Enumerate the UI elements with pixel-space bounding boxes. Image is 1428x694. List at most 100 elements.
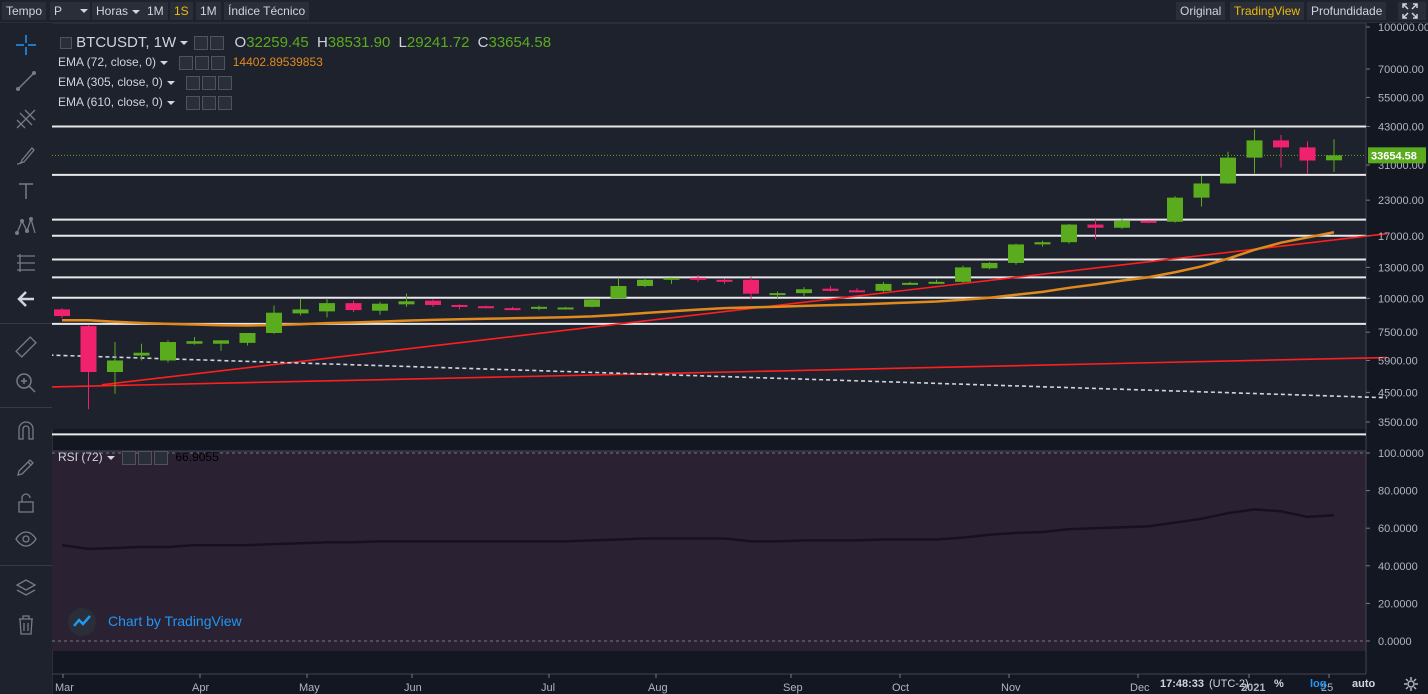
magnet-icon[interactable]: [14, 419, 38, 443]
percent-toggle[interactable]: %: [1274, 678, 1284, 690]
visibility-icon[interactable]: [194, 36, 209, 51]
candle-body[interactable]: [584, 299, 600, 307]
visibility-icon[interactable]: [186, 95, 201, 110]
candle-body[interactable]: [160, 342, 176, 361]
settings-icon[interactable]: [202, 95, 217, 110]
candle-body[interactable]: [769, 293, 786, 296]
trend-line-icon[interactable]: [14, 69, 38, 93]
close-icon[interactable]: [211, 55, 226, 70]
settings-icon[interactable]: [210, 36, 225, 51]
candle-body[interactable]: [796, 289, 812, 294]
candle-body[interactable]: [1246, 140, 1263, 158]
candle-body[interactable]: [1167, 197, 1183, 222]
candle-body[interactable]: [1220, 157, 1236, 184]
candle-body[interactable]: [239, 332, 256, 343]
back-arrow-icon[interactable]: [14, 287, 38, 311]
candle-body[interactable]: [186, 341, 203, 344]
visibility-icon[interactable]: [186, 75, 201, 90]
candle-body[interactable]: [425, 300, 441, 305]
candle-body[interactable]: [319, 303, 335, 312]
candle-body[interactable]: [133, 352, 150, 356]
candle-body[interactable]: [716, 279, 733, 282]
trash-icon[interactable]: [14, 613, 38, 637]
ruler-icon[interactable]: [14, 335, 38, 359]
lock-drawing-icon[interactable]: [14, 455, 38, 479]
candle-body[interactable]: [849, 290, 865, 293]
candle-body[interactable]: [875, 283, 892, 291]
visibility-icon[interactable]: [122, 450, 137, 465]
candle-body[interactable]: [266, 312, 282, 333]
rsi-legend[interactable]: RSI (72) 66.9055: [58, 450, 219, 465]
candle-body[interactable]: [292, 309, 309, 314]
candle-body[interactable]: [1193, 183, 1210, 198]
candle-body[interactable]: [1140, 220, 1157, 223]
layers-icon[interactable]: [14, 577, 38, 601]
candle-body[interactable]: [902, 282, 918, 285]
candle-body[interactable]: [1273, 140, 1289, 148]
view-tradingview-tab[interactable]: TradingView: [1230, 2, 1305, 20]
ema72-legend[interactable]: EMA (72, close, 0) 14402.89539853: [58, 55, 323, 70]
technical-indicator-button[interactable]: Índice Técnico: [224, 2, 310, 20]
crosshair-icon[interactable]: [14, 33, 38, 57]
candle-body[interactable]: [663, 277, 680, 280]
chart-area[interactable]: 100000.00 70000.00 55000.00 43000.00 31000.0…: [52, 23, 1428, 694]
gear-icon[interactable]: [1404, 677, 1418, 691]
pitchfork-icon[interactable]: [14, 107, 38, 131]
candle-body[interactable]: [557, 307, 574, 310]
candle-body[interactable]: [451, 304, 468, 307]
candle-body[interactable]: [1087, 224, 1104, 228]
log-toggle[interactable]: log: [1310, 678, 1327, 690]
prediction-icon[interactable]: [14, 251, 38, 275]
candle-body[interactable]: [1008, 244, 1024, 263]
close-icon[interactable]: [154, 450, 169, 465]
collapse-icon[interactable]: [60, 37, 72, 50]
interval-select[interactable]: P: [50, 2, 90, 20]
tempo-button[interactable]: Tempo: [2, 2, 47, 20]
candle-body[interactable]: [1114, 220, 1130, 228]
symbol-legend[interactable]: BTCUSDT, 1W O32259.45 H38531.90 L29241.7…: [58, 34, 551, 51]
view-original-tab[interactable]: Original: [1176, 2, 1226, 20]
settings-icon[interactable]: [202, 75, 217, 90]
candle-body[interactable]: [1061, 224, 1077, 243]
ema610-legend[interactable]: EMA (610, close, 0): [58, 95, 233, 110]
candle-body[interactable]: [531, 306, 547, 309]
candle-body[interactable]: [928, 281, 945, 284]
candle-body[interactable]: [1299, 147, 1316, 161]
timezone[interactable]: (UTC-2): [1209, 678, 1249, 690]
candle-body[interactable]: [1034, 242, 1051, 245]
fullscreen-button[interactable]: [1398, 2, 1426, 20]
visibility-icon[interactable]: [179, 55, 194, 70]
candle-body[interactable]: [955, 267, 971, 282]
pattern-icon[interactable]: [14, 215, 38, 239]
candle-body[interactable]: [637, 279, 653, 287]
candle-body[interactable]: [822, 288, 839, 291]
candle-body[interactable]: [372, 303, 388, 311]
candle-body[interactable]: [80, 326, 97, 373]
ema305-legend[interactable]: EMA (305, close, 0): [58, 75, 233, 90]
candle-body[interactable]: [743, 279, 759, 294]
view-depth-tab[interactable]: Profundidade: [1307, 2, 1387, 20]
unlock-icon[interactable]: [14, 491, 38, 515]
settings-icon[interactable]: [195, 55, 210, 70]
candle-body[interactable]: [345, 303, 362, 311]
horas-select[interactable]: Horas: [92, 2, 145, 20]
interval-1mo-button[interactable]: 1M: [196, 2, 221, 20]
candle-body[interactable]: [610, 286, 627, 299]
interval-1s-button[interactable]: 1S: [170, 2, 193, 20]
price-chart[interactable]: 100000.0070000.0055000.0043000.0031000.0…: [52, 23, 1428, 694]
candle-body[interactable]: [478, 306, 494, 309]
brush-icon[interactable]: [14, 143, 38, 167]
candle-body[interactable]: [107, 360, 123, 373]
candle-body[interactable]: [54, 309, 70, 317]
candle-body[interactable]: [1326, 155, 1342, 161]
candle-body[interactable]: [981, 262, 998, 269]
settings-icon[interactable]: [138, 450, 153, 465]
candle-body[interactable]: [398, 301, 415, 305]
zoom-in-icon[interactable]: [14, 371, 38, 395]
candle-body[interactable]: [690, 277, 706, 280]
candle-body[interactable]: [213, 340, 229, 344]
text-tool-icon[interactable]: [14, 179, 38, 203]
candle-body[interactable]: [504, 308, 521, 311]
interval-1m-button[interactable]: 1M: [143, 2, 168, 20]
close-icon[interactable]: [218, 75, 233, 90]
